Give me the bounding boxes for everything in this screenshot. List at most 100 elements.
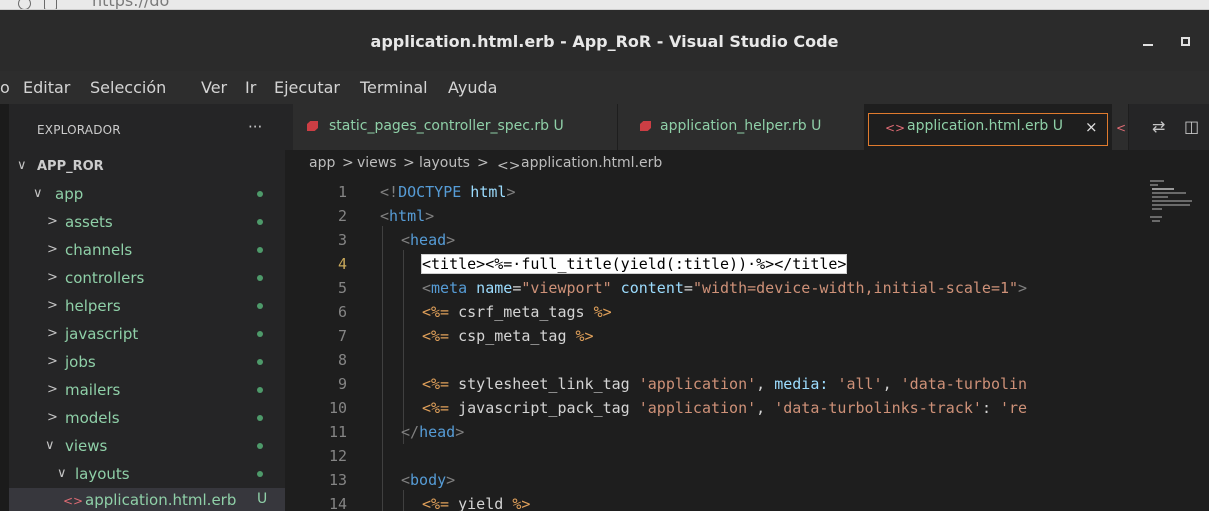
- erb-file-icon: <>: [497, 158, 521, 174]
- split-editor-icon[interactable]: ◫: [1184, 117, 1199, 136]
- chevron-down-icon: ∨: [57, 466, 67, 481]
- indent-guide: [403, 490, 404, 511]
- activity-bar-edge: [0, 104, 9, 511]
- tree-item-jobs[interactable]: > jobs: [9, 348, 285, 376]
- menu-go[interactable]: Ir: [245, 78, 256, 97]
- code-editor[interactable]: 1 2 3 4 5 6 7 8 9 10 11 12 13 14 <!DOCTY…: [285, 178, 1209, 511]
- git-status-dot: [257, 471, 263, 477]
- menu-run[interactable]: Ejecutar: [274, 78, 340, 97]
- line-number: 5: [337, 279, 347, 297]
- menu-view[interactable]: Ver: [201, 78, 227, 97]
- tab-overflow[interactable]: <: [1112, 104, 1129, 150]
- git-status-dot: [257, 359, 263, 365]
- menu-edit[interactable]: Editar: [23, 78, 70, 97]
- erb-file-icon: <>: [885, 121, 906, 135]
- tree-item-helpers[interactable]: > helpers: [9, 292, 285, 320]
- browser-url[interactable]: https://do: [92, 0, 169, 9]
- tree-root-label: APP_ROR: [37, 159, 104, 174]
- tab-application-helper[interactable]: application_helper.rb U: [618, 104, 865, 150]
- git-status-dot: [257, 247, 263, 253]
- chevron-right-icon: >: [47, 382, 58, 397]
- more-actions-icon[interactable]: ···: [248, 118, 262, 136]
- chevron-right-icon: >: [342, 155, 354, 171]
- tree-item-mailers[interactable]: > mailers: [9, 376, 285, 404]
- tree-item-layouts[interactable]: ∨ layouts: [9, 460, 285, 488]
- code-line-2: <html>: [380, 207, 435, 225]
- chevron-right-icon: >: [47, 410, 58, 425]
- code-line-6: <%= csrf_meta_tags %>: [422, 303, 612, 321]
- line-number: 1: [337, 183, 347, 201]
- tab-label: application.html.erb U: [907, 118, 1063, 134]
- code-line-14: <%= yield %>: [422, 495, 531, 511]
- browser-refresh-icon[interactable]: [18, 0, 31, 9]
- explorer-sidebar: EXPLORADOR ··· ∨ APP_ROR ∨ app > assets …: [0, 104, 285, 511]
- chevron-down-icon: ∨: [45, 438, 55, 453]
- menu-terminal[interactable]: Terminal: [360, 78, 428, 97]
- code-line-13: <body>: [401, 471, 456, 489]
- close-icon[interactable]: ×: [1085, 118, 1098, 136]
- line-number: 3: [337, 231, 347, 249]
- git-status-dot: [257, 331, 263, 337]
- line-number: 12: [328, 447, 347, 465]
- code-line-7: <%= csp_meta_tag %>: [422, 327, 594, 345]
- tree-item-javascript[interactable]: > javascript: [9, 320, 285, 348]
- tree-item-controllers[interactable]: > controllers: [9, 264, 285, 292]
- tree-item-application-html-erb[interactable]: <> application.html.erb U: [9, 488, 285, 511]
- code-line-9: <%= stylesheet_link_tag 'application', m…: [422, 375, 1028, 393]
- git-status-dot: [257, 191, 263, 197]
- breadcrumb: app > views > layouts > <> application.h…: [285, 150, 1209, 178]
- minimize-button[interactable]: [1143, 36, 1156, 46]
- chevron-right-icon: >: [47, 214, 58, 229]
- selected-text: <title><%=·full_title(yield(:title))·%><…: [420, 254, 848, 274]
- line-number: 9: [337, 375, 347, 393]
- tab-application-html-erb[interactable]: <> application.html.erb U ×: [865, 104, 1112, 150]
- breadcrumb-layouts[interactable]: layouts: [419, 155, 470, 171]
- code-line-5: <meta name="viewport" content="width=dev…: [422, 279, 1028, 297]
- tree-item-models[interactable]: > models: [9, 404, 285, 432]
- tree-item-label: javascript: [65, 325, 139, 343]
- git-status-dot: [257, 219, 263, 225]
- tree-item-label: channels: [65, 241, 133, 259]
- tab-static-pages-controller-spec[interactable]: static_pages_controller_spec.rb U: [293, 104, 618, 150]
- line-number: 8: [337, 351, 347, 369]
- chevron-right-icon: >: [47, 298, 58, 313]
- code-line-1: <!DOCTYPE html>: [380, 183, 516, 201]
- tree-item-label: layouts: [75, 465, 130, 483]
- tree-item-label: models: [65, 409, 120, 427]
- title-bar: application.html.erb - App_RoR - Visual …: [0, 10, 1209, 71]
- code-line-3: <head>: [401, 231, 456, 249]
- menu-file[interactable]: o: [0, 78, 10, 97]
- chevron-right-icon: >: [47, 354, 58, 369]
- breadcrumb-file[interactable]: application.html.erb: [521, 155, 662, 171]
- window-title: application.html.erb - App_RoR - Visual …: [370, 32, 839, 51]
- tree-item-assets[interactable]: > assets: [9, 208, 285, 236]
- git-status-dot: [257, 415, 263, 421]
- tree-item-views[interactable]: ∨ views: [9, 432, 285, 460]
- line-number-current: 4: [337, 255, 347, 273]
- tree-item-label: assets: [65, 213, 113, 231]
- chevron-right-icon: >: [477, 155, 489, 171]
- code-line-4-selected: <title><%=·full_title(yield(:title))·%><…: [420, 254, 848, 274]
- git-status-dot: [257, 275, 263, 281]
- tree-item-channels[interactable]: > channels: [9, 236, 285, 264]
- code-line-10: <%= javascript_pack_tag 'application', '…: [422, 399, 1028, 417]
- menu-help[interactable]: Ayuda: [448, 78, 497, 97]
- maximize-button[interactable]: [1180, 36, 1190, 46]
- breadcrumb-views[interactable]: views: [357, 155, 397, 171]
- line-number: 2: [337, 207, 347, 225]
- chevron-right-icon: >: [403, 155, 415, 171]
- browser-tab-icon[interactable]: [44, 0, 57, 9]
- git-status-dot: [257, 443, 263, 449]
- tree-item-label: views: [65, 437, 108, 455]
- breadcrumb-app[interactable]: app: [309, 155, 335, 171]
- line-number: 11: [328, 423, 347, 441]
- chevron-down-icon: ∨: [17, 158, 27, 173]
- chevron-down-icon: ∨: [33, 186, 43, 201]
- line-number: 10: [328, 399, 347, 417]
- minimap[interactable]: [1150, 178, 1192, 238]
- menu-selection[interactable]: Selección: [90, 78, 166, 97]
- tree-root-app-ror[interactable]: ∨ APP_ROR: [9, 152, 285, 180]
- tree-item-label: application.html.erb: [85, 491, 237, 509]
- source-control-diff-icon[interactable]: ⇄: [1152, 117, 1165, 136]
- tree-item-app[interactable]: ∨ app: [9, 180, 285, 208]
